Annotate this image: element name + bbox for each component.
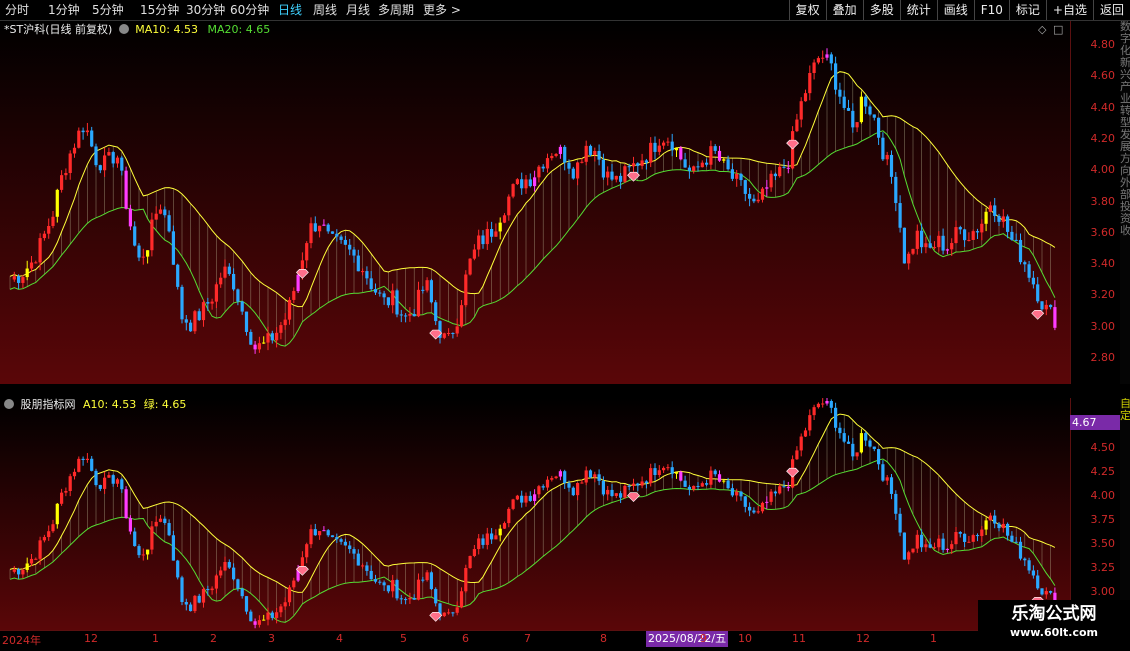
main-legend: *ST沪科(日线 前复权) MA10: 4.53 MA20: 4.65 [4, 23, 270, 37]
period-tab-3[interactable]: 15分钟 [140, 2, 179, 18]
period-tab-9[interactable]: 多周期 [378, 2, 414, 18]
date-tick: 9 [700, 632, 707, 645]
price-tick: 3.50 [1090, 537, 1116, 550]
price-tick: 3.40 [1090, 257, 1116, 271]
price-tick: 3.20 [1090, 288, 1116, 302]
date-tick: 11 [792, 632, 806, 645]
toolbar-button-0[interactable]: 复权 [788, 0, 826, 20]
date-tick: 10 [738, 632, 752, 645]
price-tick: 2.80 [1090, 351, 1116, 364]
period-tab-1[interactable]: 1分钟 [48, 2, 80, 18]
date-tick: 5 [400, 632, 407, 645]
price-tick: 3.80 [1090, 194, 1116, 208]
date-tick: 6 [462, 632, 469, 645]
period-tab-10[interactable]: 更多 > [423, 2, 461, 18]
ma10-label: MA10: 4.53 [135, 23, 198, 36]
indicator-panel[interactable]: 股朋指标网 A10: 4.53 绿: 4.65 [0, 398, 1070, 630]
date-tick: 2 [210, 632, 217, 645]
cursor-date-label: 2025/08/22/五 [646, 631, 729, 647]
toolbar-button-7[interactable]: +自选 [1045, 0, 1093, 20]
price-tick: 3.75 [1090, 513, 1116, 526]
period-tab-7[interactable]: 周线 [313, 2, 337, 18]
price-tick: 4.80 [1090, 38, 1116, 51]
date-tick: 4 [336, 632, 343, 645]
sub-candles [0, 398, 1070, 630]
date-tick: 2024年 [2, 634, 41, 647]
period-tab-8[interactable]: 月线 [346, 2, 370, 18]
period-tab-4[interactable]: 30分钟 [186, 2, 225, 18]
price-tick: 3.00 [1090, 585, 1116, 598]
price-tick: 4.25 [1090, 465, 1116, 478]
main-price-axis: 4.80 4.60 4.40 4.20 4.00 3.80 3.60 3.40 3.20 3.00… [1070, 21, 1121, 384]
price-tick: 3.25 [1090, 561, 1116, 574]
toolbar-button-1[interactable]: 叠加 [825, 0, 863, 20]
date-axis: 2025/08/22/五 2024年 12 1 2 3 4 5 6 7 8 9 10 11 12 1 [0, 630, 1070, 651]
toolbar-button-5[interactable]: F10 [973, 0, 1009, 20]
toolbar-button-3[interactable]: 统计 [899, 0, 937, 20]
last-price-tag: 4.67 [1070, 415, 1120, 430]
watermark-title: 乐淘公式网 [1011, 604, 1097, 624]
watermark-url: www.60lt.com [1009, 626, 1099, 639]
price-tick: 4.20 [1090, 131, 1116, 145]
right-info-strip[interactable]: 数 字 化 新 兴 产 业 转 型 发 展 方 向 外 部 投 资 收 [1120, 21, 1130, 384]
date-tick: 12 [856, 632, 870, 645]
period-tab-2[interactable]: 5分钟 [92, 2, 124, 18]
toolbar-button-6[interactable]: 标记 [1008, 0, 1046, 20]
date-tick: 1 [152, 632, 159, 645]
right-sub-strip[interactable]: 自 定 [1120, 398, 1130, 630]
settings-circle-icon[interactable] [4, 399, 14, 409]
toolbar-button-4[interactable]: 画线 [936, 0, 974, 20]
watermark-logo: 乐淘公式网 www.60lt.com [978, 600, 1130, 650]
price-tick: 4.00 [1090, 489, 1116, 502]
date-tick: 3 [268, 632, 275, 645]
period-tab-0[interactable]: 分时 [5, 2, 29, 18]
date-tick: 7 [524, 632, 531, 645]
settings-circle-icon[interactable] [118, 24, 129, 34]
diamond-icon[interactable]: ◇ [1038, 23, 1046, 36]
price-tick: 3.60 [1090, 225, 1116, 239]
price-tick: 4.50 [1090, 441, 1116, 454]
panel-separator [0, 384, 1130, 398]
date-tick: 1 [930, 632, 937, 645]
price-tick: 4.40 [1090, 100, 1116, 114]
sub-price-axis: 4.50 4.25 4.00 3.75 3.50 3.25 3.00 [1070, 398, 1121, 630]
sub-title: 股朋指标网 [20, 398, 76, 411]
green-label: 绿: 4.65 [143, 398, 187, 411]
price-tick: 3.00 [1090, 319, 1116, 333]
price-tick: 4.00 [1090, 163, 1116, 177]
price-tick: 4.60 [1090, 69, 1116, 83]
toolbar-button-8[interactable]: 返回 [1092, 0, 1130, 20]
toolbar-right-buttons: 复权 叠加 多股 统计 画线 F10 标记 +自选 返回 [788, 0, 1130, 20]
a10-label: A10: 4.53 [83, 398, 137, 411]
ma20-label: MA20: 4.65 [207, 23, 271, 36]
toolbar-button-2[interactable]: 多股 [862, 0, 900, 20]
main-chart-panel[interactable]: *ST沪科(日线 前复权) MA10: 4.53 MA20: 4.65 ◇ □ [0, 21, 1070, 384]
main-candles [0, 21, 1070, 384]
date-tick: 8 [600, 632, 607, 645]
main-title: *ST沪科(日线 前复权) [4, 23, 113, 36]
date-tick: 12 [84, 632, 98, 645]
expand-icon[interactable]: □ [1053, 23, 1063, 36]
period-tab-6[interactable]: 日线 [278, 2, 302, 18]
period-toolbar: 分时 1分钟 5分钟 15分钟 30分钟 60分钟 日线 周线 月线 多周期 更多 > 复权 叠加 多股… [0, 0, 1130, 21]
period-tab-5[interactable]: 60分钟 [230, 2, 269, 18]
sub-legend: 股朋指标网 A10: 4.53 绿: 4.65 [4, 398, 186, 412]
